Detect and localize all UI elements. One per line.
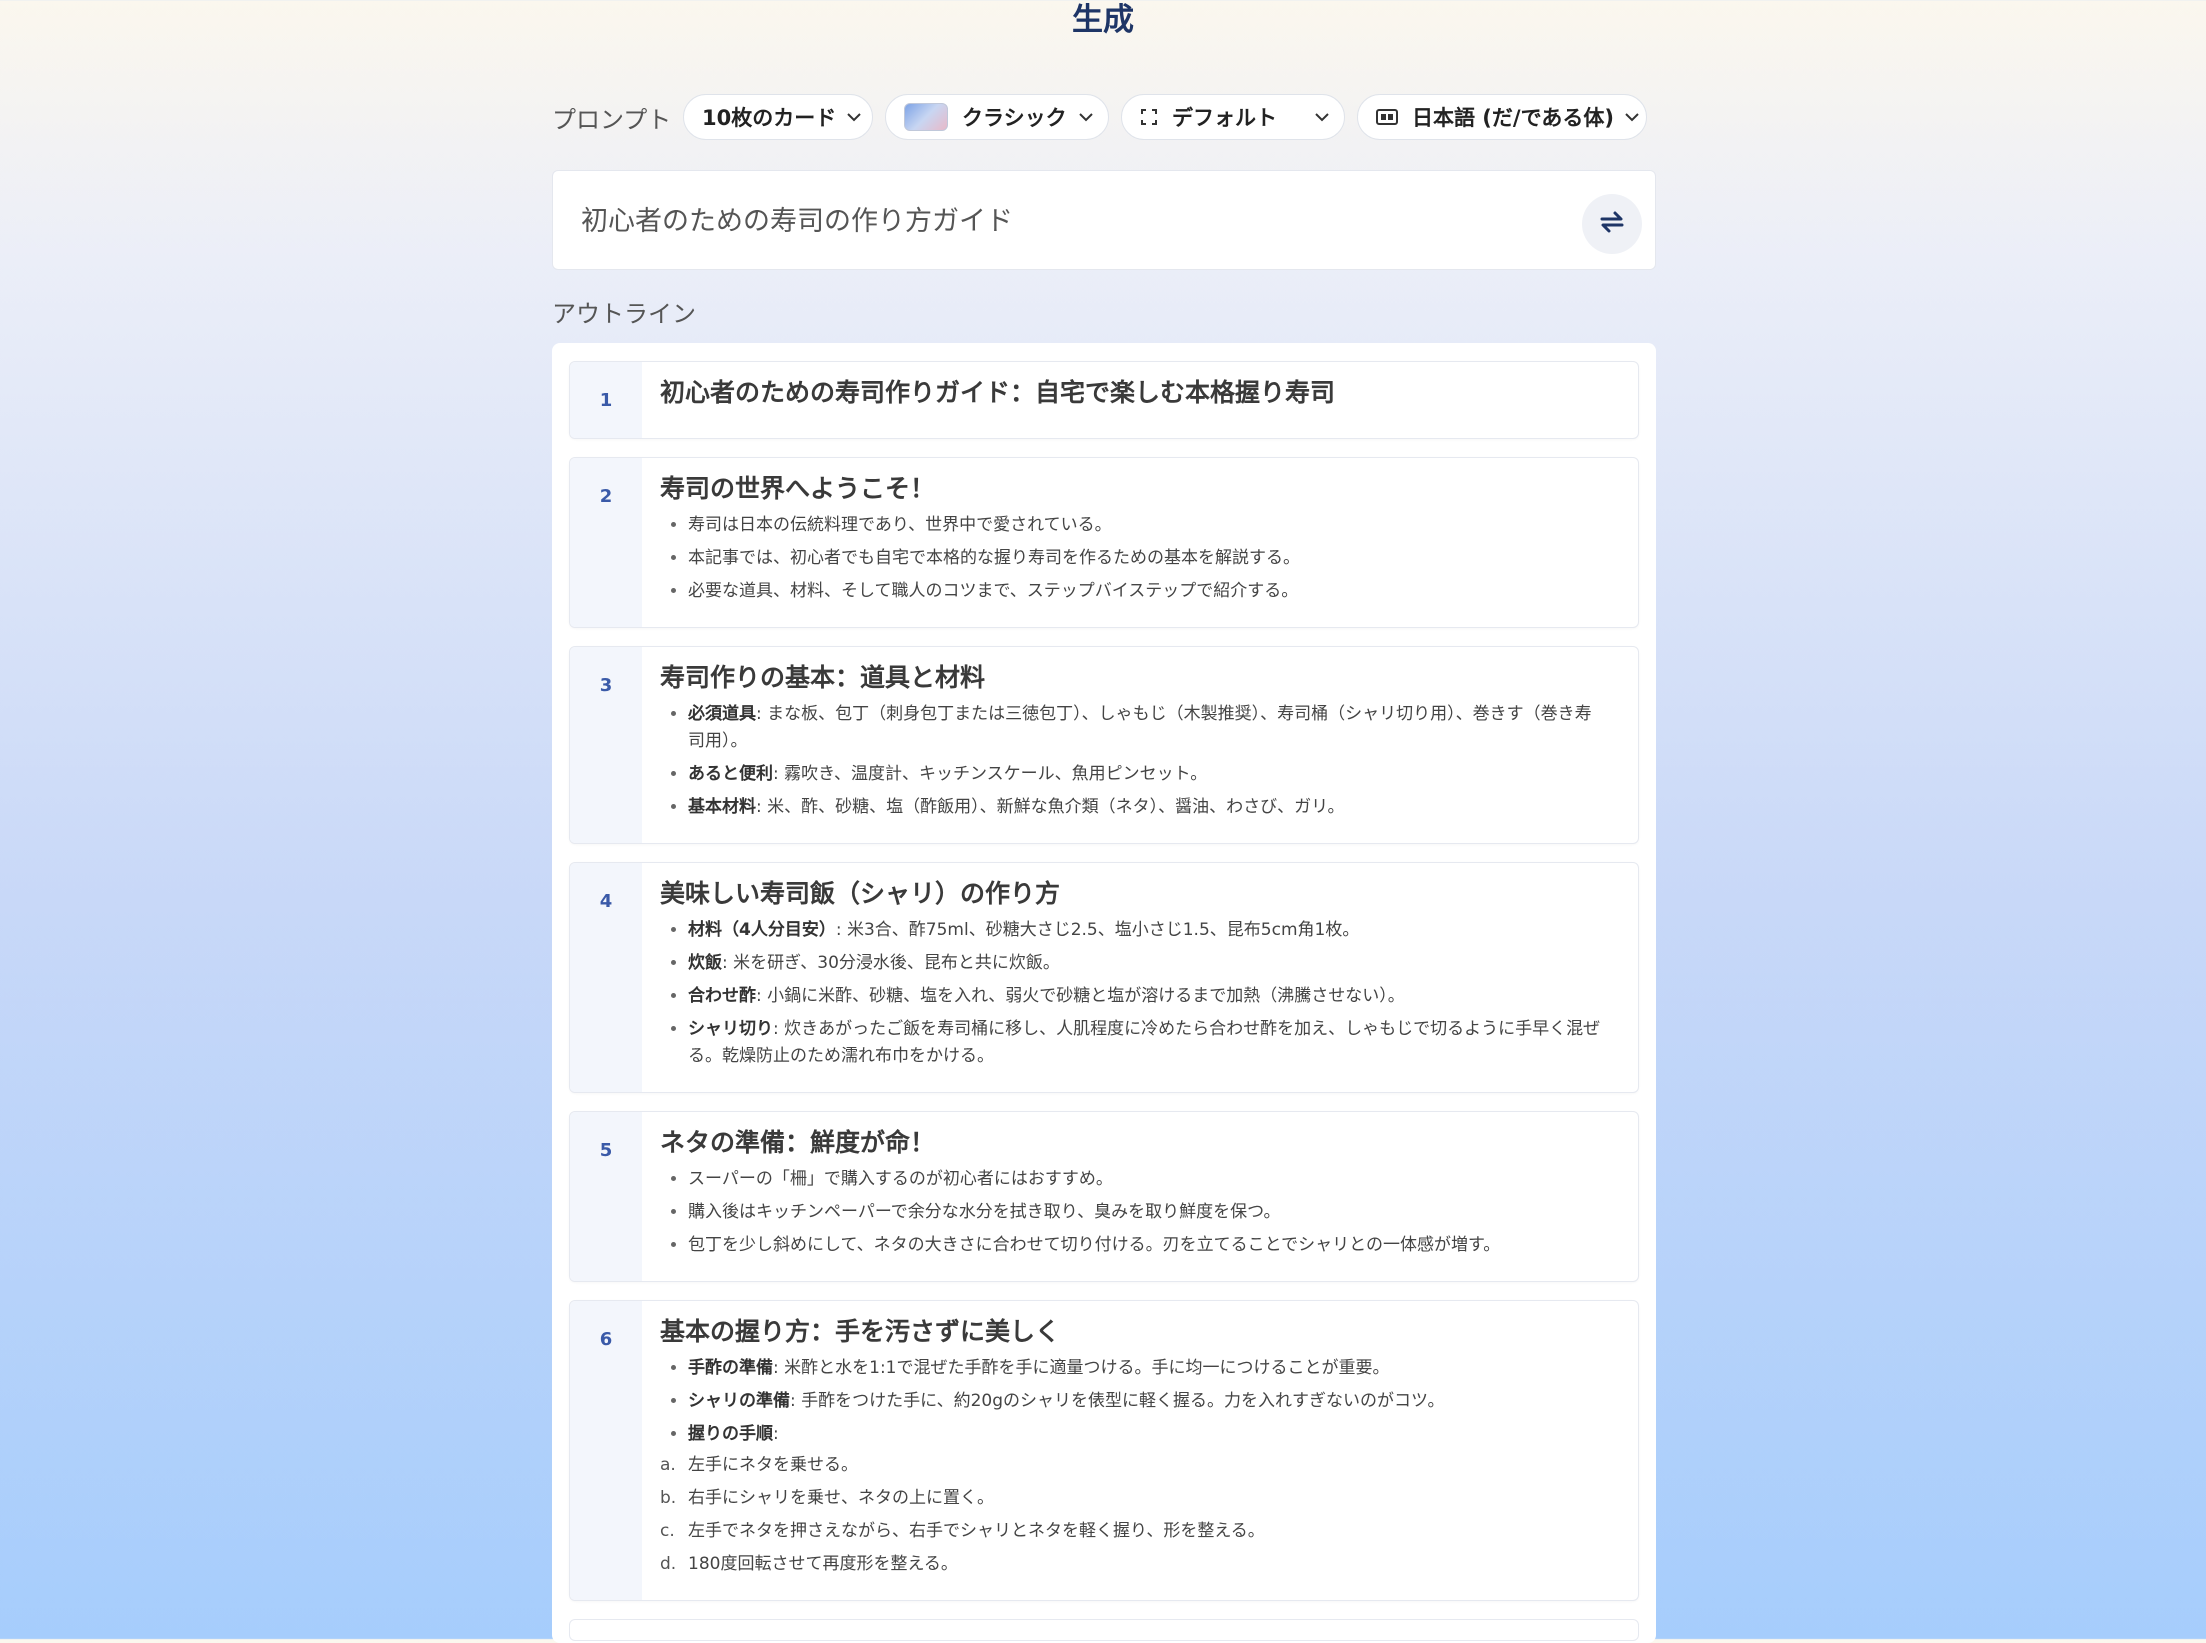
sub-step-text: 左手にネタを乗せる。 [688, 1455, 858, 1475]
chevron-down-icon [1068, 112, 1094, 122]
card-count-value: 10枚のカード [702, 106, 837, 130]
bullet-key: あると便利 [688, 764, 773, 784]
card-number: 3 [570, 647, 642, 843]
sub-step-text: 180度回転させて再度形を整える。 [688, 1554, 958, 1574]
card-number: 1 [570, 362, 642, 438]
card-title[interactable]: 寿司作りの基本：道具と材料 [660, 661, 1602, 695]
chevron-down-icon [1614, 112, 1640, 122]
bullet-item[interactable]: 炊飯: 米を研ぎ、30分浸水後、昆布と共に炊飯。 [688, 950, 1602, 977]
regenerate-button[interactable] [1582, 194, 1642, 254]
sub-step[interactable]: c. 左手でネタを押さえながら、右手でシャリとネタを軽く握り、形を整える。 [660, 1518, 1602, 1545]
bullet-item[interactable]: 手酢の準備: 米酢と水を1:1で混ぜた手酢を手に適量つける。手に均一につけること… [688, 1355, 1602, 1382]
format-select[interactable]: デフォルト [1121, 94, 1345, 140]
sub-step-text: 右手にシャリを乗せ、ネタの上に置く。 [688, 1488, 994, 1508]
swap-arrows-icon [1598, 208, 1626, 240]
bullet-key: シャリの準備 [688, 1391, 790, 1411]
outline-card[interactable]: 3 寿司作りの基本：道具と材料 必須道具: まな板、包丁（刺身包丁または三徳包丁… [569, 646, 1639, 844]
language-value: 日本語 (だ/である体) [1412, 106, 1614, 130]
card-count-select[interactable]: 10枚のカード [683, 94, 873, 140]
generate-panel: プロンプト 10枚のカード クラシック デフォルト 日本語 (だ/である体) 初… [552, 92, 1656, 1643]
bullet-key: シャリ切り [688, 1019, 773, 1039]
card-number: 2 [570, 458, 642, 627]
bullet-item[interactable]: 必須道具: まな板、包丁（刺身包丁または三徳包丁）、しゃもじ（木製推奨）、寿司桶… [688, 701, 1602, 755]
sub-step-text: 左手でネタを押さえながら、右手でシャリとネタを軽く握り、形を整える。 [688, 1521, 1265, 1541]
chevron-down-icon [836, 112, 862, 122]
sub-step-marker: b. [660, 1488, 677, 1508]
outline-card-next[interactable] [569, 1619, 1639, 1641]
card-title[interactable]: 寿司の世界へようこそ！ [660, 472, 1602, 506]
prompt-input[interactable]: 初心者のための寿司の作り方ガイド [552, 170, 1656, 270]
sub-step-marker: d. [660, 1554, 677, 1574]
chevron-down-icon [1304, 112, 1330, 122]
bullet-text: : [773, 1424, 779, 1444]
bullet-key: 必須道具 [688, 704, 756, 724]
card-title[interactable]: 美味しい寿司飯（シャリ）の作り方 [660, 877, 1602, 911]
bullet-text: : 米3合、酢75ml、砂糖大さじ2.5、塩小さじ1.5、昆布5cm角1枚。 [835, 920, 1360, 940]
prompt-text: 初心者のための寿司の作り方ガイド [581, 206, 1013, 237]
card-title[interactable]: ネタの準備：鮮度が命！ [660, 1126, 1602, 1160]
language-icon [1376, 109, 1398, 125]
format-value: デフォルト [1172, 106, 1277, 130]
bullet-key: 握りの手順 [688, 1424, 773, 1444]
bullet-text: : 手酢をつけた手に、約20gのシャリを俵型に軽く握る。力を入れすぎないのがコツ… [790, 1391, 1445, 1411]
sub-step[interactable]: a. 左手にネタを乗せる。 [660, 1452, 1602, 1479]
outline-card[interactable]: 5 ネタの準備：鮮度が命！ スーパーの「柵」で購入するのが初心者にはおすすめ。 … [569, 1111, 1639, 1282]
bullet-text: : 小鍋に米酢、砂糖、塩を入れ、弱火で砂糖と塩が溶けるまで加熱（沸騰させない）。 [756, 986, 1405, 1006]
language-select[interactable]: 日本語 (だ/である体) [1357, 94, 1647, 140]
bullet-text: : まな板、包丁（刺身包丁または三徳包丁）、しゃもじ（木製推奨）、寿司桶（シャリ… [688, 704, 1592, 751]
bullet-key: 基本材料 [688, 797, 756, 817]
bullet-text: : 米を研ぎ、30分浸水後、昆布と共に炊飯。 [722, 953, 1060, 973]
bullet-text: : 米、酢、砂糖、塩（酢飯用）、新鮮な魚介類（ネタ）、醤油、わさび、ガリ。 [756, 797, 1345, 817]
bullet-item[interactable]: 合わせ酢: 小鍋に米酢、砂糖、塩を入れ、弱火で砂糖と塩が溶けるまで加熱（沸騰させ… [688, 983, 1602, 1010]
bullet-item[interactable]: 必要な道具、材料、そして職人のコツまで、ステップバイステップで紹介する。 [688, 578, 1602, 605]
bullet-item[interactable]: 材料（4人分目安）: 米3合、酢75ml、砂糖大さじ2.5、塩小さじ1.5、昆布… [688, 917, 1602, 944]
outline-label: アウトライン [552, 300, 696, 328]
card-title[interactable]: 基本の握り方：手を汚さずに美しく [660, 1315, 1602, 1349]
sub-step-list: a. 左手にネタを乗せる。 b. 右手にシャリを乗せ、ネタの上に置く。 c. 左手でネ… [660, 1452, 1602, 1578]
sub-step-marker: a. [660, 1455, 676, 1475]
outline-card[interactable]: 2 寿司の世界へようこそ！ 寿司は日本の伝統料理であり、世界中で愛されている。 … [569, 457, 1639, 628]
bullet-text: : 霧吹き、温度計、キッチンスケール、魚用ピンセット。 [773, 764, 1208, 784]
bullet-item[interactable]: 基本材料: 米、酢、砂糖、塩（酢飯用）、新鮮な魚介類（ネタ）、醤油、わさび、ガリ… [688, 794, 1602, 821]
bullet-item[interactable]: シャリの準備: 手酢をつけた手に、約20gのシャリを俵型に軽く握る。力を入れすぎ… [688, 1388, 1602, 1415]
bullet-key: 材料（4人分目安） [688, 920, 836, 940]
card-number: 5 [570, 1112, 642, 1281]
theme-select[interactable]: クラシック [885, 94, 1109, 140]
page-title: 生成 [1072, 2, 1134, 38]
bullet-item[interactable]: スーパーの「柵」で購入するのが初心者にはおすすめ。 [688, 1166, 1602, 1193]
outline-card[interactable]: 4 美味しい寿司飯（シャリ）の作り方 材料（4人分目安）: 米3合、酢75ml、… [569, 862, 1639, 1093]
bullet-item[interactable]: 購入後はキッチンペーパーで余分な水分を拭き取り、臭みを取り鮮度を保つ。 [688, 1199, 1602, 1226]
card-number: 6 [570, 1301, 642, 1600]
bullet-text: : 米酢と水を1:1で混ぜた手酢を手に適量つける。手に均一につけることが重要。 [773, 1358, 1390, 1378]
dimensions-icon [1140, 108, 1158, 126]
sub-step[interactable]: b. 右手にシャリを乗せ、ネタの上に置く。 [660, 1485, 1602, 1512]
bullet-key: 合わせ酢 [688, 986, 756, 1006]
bullet-key: 手酢の準備 [688, 1358, 773, 1378]
settings-toolbar: プロンプト 10枚のカード クラシック デフォルト 日本語 (だ/である体) [552, 92, 1656, 142]
sub-step[interactable]: d. 180度回転させて再度形を整える。 [660, 1551, 1602, 1578]
bullet-item[interactable]: 寿司は日本の伝統料理であり、世界中で愛されている。 [688, 512, 1602, 539]
bullet-item[interactable]: シャリ切り: 炊きあがったご飯を寿司桶に移し、人肌程度に冷めたら合わせ酢を加え、… [688, 1016, 1602, 1070]
bullet-item[interactable]: 本記事では、初心者でも自宅で本格的な握り寿司を作るための基本を解説する。 [688, 545, 1602, 572]
sub-step-marker: c. [660, 1521, 675, 1541]
bullet-item[interactable]: あると便利: 霧吹き、温度計、キッチンスケール、魚用ピンセット。 [688, 761, 1602, 788]
theme-value: クラシック [962, 106, 1067, 130]
card-title[interactable]: 初心者のための寿司作りガイド：自宅で楽しむ本格握り寿司 [660, 376, 1602, 410]
outline-list: 1 初心者のための寿司作りガイド：自宅で楽しむ本格握り寿司 2 寿司の世界へよう… [552, 343, 1656, 1643]
prompt-label: プロンプト [552, 105, 672, 134]
bullet-item[interactable]: 握りの手順: a. 左手にネタを乗せる。 b. 右手にシャリを乗せ、ネタの上に置く。… [660, 1421, 1602, 1578]
outline-card[interactable]: 1 初心者のための寿司作りガイド：自宅で楽しむ本格握り寿司 [569, 361, 1639, 439]
theme-thumbnail-icon [904, 103, 948, 131]
card-number: 4 [570, 863, 642, 1092]
outline-card[interactable]: 6 基本の握り方：手を汚さずに美しく 手酢の準備: 米酢と水を1:1で混ぜた手酢… [569, 1300, 1639, 1601]
bullet-item[interactable]: 包丁を少し斜めにして、ネタの大きさに合わせて切り付ける。刃を立てることでシャリと… [688, 1232, 1602, 1259]
bullet-text: : 炊きあがったご飯を寿司桶に移し、人肌程度に冷めたら合わせ酢を加え、しゃもじで… [688, 1019, 1601, 1066]
bullet-key: 炊飯 [688, 953, 722, 973]
